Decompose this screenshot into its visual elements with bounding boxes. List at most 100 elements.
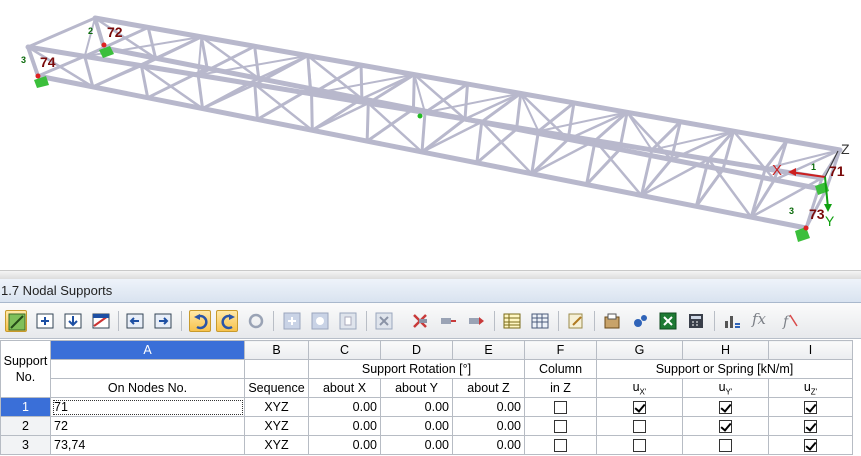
about-y-cell[interactable]: 0.00: [380, 397, 453, 417]
paste-icon[interactable]: [437, 310, 459, 332]
undo-icon[interactable]: [189, 310, 211, 332]
table-row[interactable]: 3 73,74 XYZ 0.00 0.00 0.00: [0, 435, 853, 455]
column-i-header[interactable]: I: [768, 340, 853, 360]
node-point-icon: [101, 42, 107, 48]
truss-member: [420, 120, 483, 154]
uy-checkbox[interactable]: [719, 401, 732, 415]
sequence-header: Sequence: [244, 378, 309, 398]
formula-icon[interactable]: fx: [752, 310, 766, 328]
column-checkbox[interactable]: [554, 420, 567, 434]
uy-symbol: u: [718, 379, 726, 394]
sequence-cell[interactable]: XYZ: [244, 416, 309, 436]
sequence-header-top: [244, 359, 309, 379]
redo-icon[interactable]: [216, 310, 238, 332]
truss-member: [475, 127, 519, 165]
select-table-icon[interactable]: [5, 310, 27, 332]
uy-cell: [682, 397, 769, 417]
graphics-icon[interactable]: [601, 310, 623, 332]
column-checkbox[interactable]: [554, 439, 567, 453]
about-y-cell[interactable]: 0.00: [380, 435, 453, 455]
formula-off-icon[interactable]: f: [779, 310, 801, 332]
node-num-label: 3: [21, 55, 26, 65]
nodes-cell[interactable]: 72: [50, 416, 245, 436]
cut-icon[interactable]: [409, 310, 431, 332]
ux-cell: [596, 435, 683, 455]
settings-icon[interactable]: [629, 310, 651, 332]
zoom-out-icon[interactable]: [309, 310, 331, 332]
table-icon[interactable]: [501, 310, 523, 332]
row-number[interactable]: 1: [0, 397, 51, 417]
uy-checkbox[interactable]: [719, 439, 732, 453]
on-nodes-header: On Nodes No.: [50, 378, 245, 398]
table-row[interactable]: 1 71 XYZ 0.00 0.00 0.00: [0, 397, 853, 417]
node-point-icon: [417, 113, 423, 119]
about-x-cell[interactable]: 0.00: [308, 416, 381, 436]
about-x-cell[interactable]: 0.00: [308, 397, 381, 417]
move-icon[interactable]: [465, 310, 487, 332]
truss-member: [640, 158, 710, 197]
column-header: Column: [524, 359, 597, 379]
column-e-header[interactable]: E: [452, 340, 525, 360]
nodes-cell[interactable]: 73,74: [50, 435, 245, 455]
uz-cell: [768, 397, 853, 417]
chart-icon[interactable]: [721, 310, 743, 332]
insert-row-icon[interactable]: [34, 310, 56, 332]
uy-header: uY': [682, 378, 769, 398]
truss-member: [196, 73, 205, 111]
calculator-icon[interactable]: [685, 310, 707, 332]
svg-text:f: f: [782, 314, 791, 330]
sequence-cell[interactable]: XYZ: [244, 435, 309, 455]
delete-row-icon[interactable]: [62, 310, 84, 332]
truss-member: [420, 111, 427, 154]
about-y-cell[interactable]: 0.00: [380, 416, 453, 436]
import-icon[interactable]: [90, 310, 112, 332]
column-h-header[interactable]: H: [682, 340, 769, 360]
column-a-header[interactable]: A: [50, 340, 245, 360]
row-number[interactable]: 2: [0, 416, 51, 436]
about-z-cell[interactable]: 0.00: [452, 416, 525, 436]
uz-checkbox[interactable]: [804, 420, 817, 434]
edit-icon[interactable]: [565, 310, 587, 332]
column-f-header[interactable]: F: [524, 340, 597, 360]
prev-table-icon[interactable]: [124, 310, 146, 332]
ux-checkbox[interactable]: [633, 439, 646, 453]
panel-splitter[interactable]: [0, 270, 861, 279]
zoom-fit-icon[interactable]: [337, 310, 359, 332]
truss-member: [463, 82, 469, 121]
uz-checkbox[interactable]: [804, 439, 817, 453]
column-cell: [524, 435, 597, 455]
row-number[interactable]: 3: [0, 435, 51, 455]
node-num-label: 3: [789, 206, 794, 216]
truss-member: [359, 63, 364, 101]
column-checkbox[interactable]: [554, 401, 567, 415]
about-z-cell[interactable]: 0.00: [452, 435, 525, 455]
uz-subscript: Z': [810, 387, 818, 397]
ux-checkbox[interactable]: [633, 420, 646, 434]
about-x-cell[interactable]: 0.00: [308, 435, 381, 455]
ux-cell: [596, 416, 683, 436]
delete-icon[interactable]: [373, 310, 395, 332]
ux-checkbox[interactable]: [633, 401, 646, 415]
excel-icon[interactable]: [657, 310, 679, 332]
uz-cell: [768, 435, 853, 455]
column-d-header[interactable]: D: [380, 340, 453, 360]
next-table-icon[interactable]: [152, 310, 174, 332]
truss-model: X Y Z 2 72 3 74 1 71 3 73: [21, 15, 850, 242]
uz-checkbox[interactable]: [804, 401, 817, 415]
table-row[interactable]: 2 72 XYZ 0.00 0.00 0.00: [0, 416, 853, 436]
about-z-cell[interactable]: 0.00: [452, 397, 525, 417]
sequence-cell[interactable]: XYZ: [244, 397, 309, 417]
ux-symbol: u: [632, 379, 640, 394]
model-viewport[interactable]: X Y Z 2 72 3 74 1 71 3 73: [0, 0, 861, 270]
columns-icon[interactable]: [529, 310, 551, 332]
about-x-header: about X: [308, 378, 381, 398]
column-b-header[interactable]: B: [244, 340, 309, 360]
about-y-header: about Y: [380, 378, 453, 398]
uy-checkbox[interactable]: [719, 420, 732, 434]
axis-z-label: Z: [841, 141, 850, 157]
refresh-icon[interactable]: [245, 310, 267, 332]
nodes-cell[interactable]: 71: [50, 397, 245, 417]
zoom-in-icon[interactable]: [281, 310, 303, 332]
column-g-header[interactable]: G: [596, 340, 683, 360]
column-c-header[interactable]: C: [308, 340, 381, 360]
